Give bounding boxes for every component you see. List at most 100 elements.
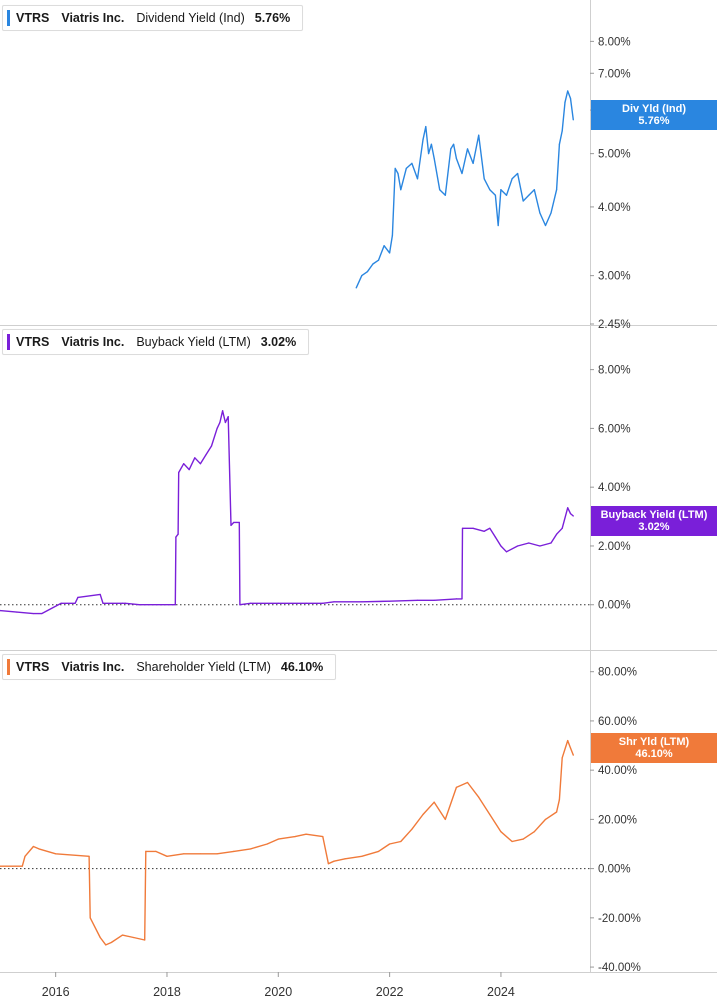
data-point — [322, 602, 324, 604]
data-point — [567, 90, 569, 92]
data-point — [550, 212, 552, 214]
data-point — [205, 454, 207, 456]
data-point — [333, 601, 335, 603]
data-point — [444, 818, 446, 820]
data-point — [99, 936, 101, 939]
data-point — [138, 604, 140, 606]
data-point — [478, 796, 480, 798]
data-point — [497, 224, 499, 227]
data-point — [500, 831, 502, 833]
data-point — [561, 527, 563, 529]
x-tick-label: 2018 — [153, 985, 181, 999]
data-point — [411, 828, 413, 830]
data-point — [400, 189, 402, 191]
data-point — [539, 212, 541, 214]
legend-shareholder-yield[interactable]: VTRS Viatris Inc. Shareholder Yield (LTM… — [2, 654, 337, 680]
data-point — [219, 421, 221, 424]
y-tick-label: 7.00% — [598, 68, 631, 80]
data-point — [511, 178, 513, 180]
data-point — [216, 853, 218, 855]
data-point — [132, 936, 135, 939]
data-point — [238, 521, 240, 524]
data-point — [569, 747, 572, 749]
data-point — [522, 200, 524, 202]
y-tick-label: 40.00% — [598, 765, 637, 777]
data-point — [144, 939, 146, 941]
series-line-2 — [0, 739, 574, 946]
tag-label: Shr Yld (LTM) — [618, 736, 690, 748]
data-point — [539, 545, 541, 547]
data-point — [489, 527, 491, 529]
data-point — [24, 855, 26, 857]
data-point — [558, 143, 560, 145]
data-point — [461, 527, 464, 529]
y-tick-label: 5.00% — [598, 149, 631, 161]
data-point — [21, 865, 23, 867]
data-point — [550, 542, 552, 544]
data-point — [38, 612, 40, 615]
x-tick-label: 2022 — [376, 985, 404, 999]
data-point — [405, 167, 407, 170]
data-point — [572, 754, 574, 756]
data-point — [425, 125, 427, 128]
data-point — [389, 600, 391, 602]
chart-root: 8.00% 7.00% 6.00% 5.00% 4.00% 3.00% 2.45% 8.00%… — [0, 0, 717, 1005]
legend-color-swatch — [7, 659, 10, 675]
data-point — [505, 194, 508, 196]
data-point — [561, 757, 563, 759]
data-point — [422, 139, 424, 141]
data-point — [99, 593, 101, 596]
data-point — [411, 162, 413, 164]
legend-color-swatch — [7, 334, 10, 350]
data-point — [558, 799, 560, 801]
y-tick-label: 4.00% — [598, 482, 631, 494]
data-point — [344, 858, 346, 860]
data-point — [572, 515, 574, 517]
chart-canvas: 8.00% 7.00% 6.00% 5.00% 4.00% 3.00% 2.45% 8.00%… — [0, 0, 717, 999]
data-point — [305, 602, 307, 604]
y-tick-label: 8.00% — [598, 365, 631, 377]
data-point — [372, 263, 374, 265]
data-point — [183, 463, 185, 465]
data-point — [391, 234, 394, 237]
data-point — [561, 130, 563, 132]
y-tick-label: 60.00% — [598, 716, 637, 728]
data-point — [394, 167, 396, 170]
data-point — [199, 853, 201, 855]
data-point — [322, 836, 324, 838]
data-point — [483, 178, 485, 180]
data-point — [110, 941, 112, 944]
data-point — [377, 850, 380, 852]
legend-metric: Dividend Yield (Ind) — [136, 11, 245, 25]
data-point — [494, 194, 496, 196]
data-point — [444, 194, 446, 196]
legend-dividend-yield[interactable]: VTRS Viatris Inc. Dividend Yield (Ind) 5… — [2, 5, 304, 31]
data-point — [327, 863, 329, 865]
legend-ticker: VTRS — [16, 660, 50, 674]
y-tick-label: -20.00% — [598, 913, 641, 925]
legend-ticker: VTRS — [16, 11, 50, 25]
data-point — [567, 507, 569, 509]
data-point — [266, 843, 268, 845]
data-point — [160, 604, 163, 606]
data-point — [239, 604, 241, 606]
data-point — [572, 119, 574, 121]
data-point — [249, 848, 252, 850]
data-point — [89, 917, 91, 919]
tag-label: Buyback Yield (LTM) — [600, 509, 708, 521]
data-point — [355, 287, 357, 289]
tag-value: 3.02% — [638, 521, 670, 533]
data-point — [455, 598, 458, 600]
data-point — [32, 612, 34, 615]
data-point — [55, 853, 57, 855]
data-point — [16, 611, 18, 613]
y-tick-label: 0.00% — [598, 864, 631, 876]
data-point — [422, 813, 424, 816]
y-tick-label: 2.45% — [598, 319, 631, 331]
legend-company: Viatris Inc. — [61, 335, 125, 349]
data-point — [41, 612, 43, 615]
data-point — [567, 740, 569, 742]
legend-buyback-yield[interactable]: VTRS Viatris Inc. Buyback Yield (LTM) 3.… — [2, 329, 310, 355]
data-point — [222, 410, 224, 412]
data-point — [455, 157, 458, 160]
